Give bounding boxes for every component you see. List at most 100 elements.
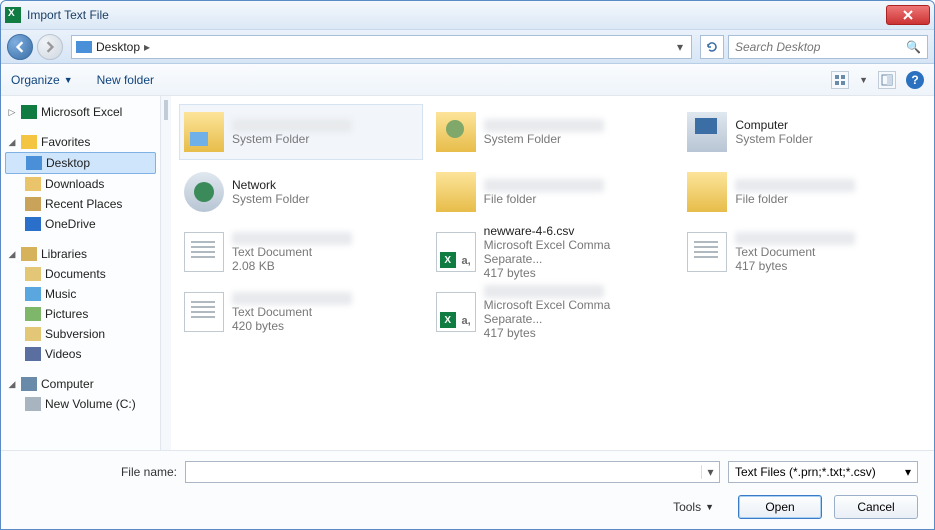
pic-icon	[25, 307, 41, 321]
collapse-icon[interactable]: ◢	[7, 137, 17, 148]
drive-icon	[25, 397, 41, 411]
csv-icon	[436, 292, 476, 332]
filename-combo[interactable]: ▾	[185, 461, 720, 483]
userfolder-icon	[436, 112, 476, 152]
filename-input[interactable]	[186, 465, 701, 479]
view-dropdown[interactable]: ▼	[859, 75, 868, 85]
collapse-icon[interactable]: ◢	[7, 249, 17, 260]
sidebar-fav-downloads[interactable]: Downloads	[5, 174, 156, 194]
sidebar-fav-onedrive[interactable]: OneDrive	[5, 214, 156, 234]
grip-icon	[164, 100, 168, 120]
chevron-down-icon: ▼	[705, 502, 714, 512]
close-button[interactable]	[886, 5, 930, 25]
file-list[interactable]: redactedSystem FolderredactedSystem Fold…	[171, 96, 934, 450]
txt-icon	[687, 232, 727, 272]
txt-icon	[184, 292, 224, 332]
file-item[interactable]: redactedText Document417 bytes	[682, 224, 926, 280]
doc-icon	[25, 267, 41, 281]
back-button[interactable]	[7, 34, 33, 60]
open-button[interactable]: Open	[738, 495, 822, 519]
tools-button[interactable]: Tools▼	[673, 500, 714, 514]
refresh-button[interactable]	[700, 35, 724, 59]
expand-icon[interactable]: ▷	[7, 107, 17, 118]
sidebar-item-msexcel[interactable]: ▷Microsoft Excel	[5, 102, 156, 122]
filename-label: File name:	[17, 465, 177, 479]
new-folder-button[interactable]: New folder	[97, 73, 154, 87]
computer-icon	[21, 377, 37, 391]
sidebar-lib-videos[interactable]: Videos	[5, 344, 156, 364]
sidebar-lib-music[interactable]: Music	[5, 284, 156, 304]
chevron-right-icon[interactable]: ▸	[144, 40, 150, 54]
computer-icon	[687, 112, 727, 152]
address-dropdown[interactable]: ▾	[673, 40, 687, 54]
sidebar-fav-desktop[interactable]: Desktop	[5, 152, 156, 174]
file-item[interactable]: newware-4-6.csvMicrosoft Excel Comma Sep…	[431, 224, 675, 280]
file-item[interactable]: redactedText Document2.08 KB	[179, 224, 423, 280]
file-name-redacted: redacted	[484, 179, 604, 192]
search-box[interactable]: 🔍	[728, 35, 928, 59]
chevron-down-icon: ▼	[64, 75, 73, 85]
csv-icon	[436, 232, 476, 272]
view-button[interactable]	[831, 71, 849, 89]
nav-bar: Desktop ▸ ▾ 🔍	[1, 30, 934, 64]
file-type: File folder	[484, 192, 604, 206]
file-item[interactable]: redactedSystem Folder	[179, 104, 423, 160]
chevron-down-icon[interactable]: ▾	[701, 465, 719, 479]
breadcrumb[interactable]: Desktop	[96, 40, 140, 54]
file-item[interactable]: redactedMicrosoft Excel Comma Separate..…	[431, 284, 675, 340]
search-icon: 🔍	[906, 40, 921, 54]
star-icon	[21, 135, 37, 149]
arrow-left-icon	[14, 41, 26, 53]
file-item[interactable]: redactedFile folder	[682, 164, 926, 220]
file-type: System Folder	[735, 132, 812, 146]
file-name: newware-4-6.csv	[484, 224, 664, 238]
folder-icon	[436, 172, 476, 212]
help-button[interactable]: ?	[906, 71, 924, 89]
cancel-button[interactable]: Cancel	[834, 495, 918, 519]
file-item[interactable]: redactedSystem Folder	[431, 104, 675, 160]
file-type: Microsoft Excel Comma Separate...	[484, 298, 670, 326]
splitter[interactable]	[161, 96, 171, 450]
sidebar-lib-pictures[interactable]: Pictures	[5, 304, 156, 324]
search-input[interactable]	[735, 40, 906, 54]
file-name: Computer	[735, 118, 812, 132]
sidebar-item-computer[interactable]: ◢Computer	[5, 374, 156, 394]
file-item[interactable]: redactedText Document420 bytes	[179, 284, 423, 340]
file-name-redacted: redacted	[484, 285, 604, 298]
recent-icon	[25, 197, 41, 211]
folder-icon	[687, 172, 727, 212]
close-icon	[903, 10, 913, 20]
file-name-redacted: redacted	[484, 119, 604, 132]
sidebar-fav-recent-places[interactable]: Recent Places	[5, 194, 156, 214]
music-icon	[25, 287, 41, 301]
address-bar[interactable]: Desktop ▸ ▾	[71, 35, 692, 59]
sidebar-item-libraries[interactable]: ◢Libraries	[5, 244, 156, 264]
file-size: 417 bytes	[484, 326, 670, 340]
preview-button[interactable]	[878, 71, 896, 89]
sidebar-item-favorites[interactable]: ◢Favorites	[5, 132, 156, 152]
organize-button[interactable]: Organize▼	[11, 73, 73, 87]
file-type: Text Document	[232, 245, 352, 259]
collapse-icon[interactable]: ◢	[7, 379, 17, 390]
file-name-redacted: redacted	[232, 119, 352, 132]
sidebar-comp-new-volume-(c:)[interactable]: New Volume (C:)	[5, 394, 156, 414]
file-item[interactable]: NetworkSystem Folder	[179, 164, 423, 220]
arrow-right-icon	[44, 41, 56, 53]
refresh-icon	[706, 41, 718, 53]
desktop-icon	[76, 41, 92, 53]
filetype-filter[interactable]: Text Files (*.prn;*.txt;*.csv) ▾	[728, 461, 918, 483]
preview-icon	[881, 74, 893, 86]
file-item[interactable]: ComputerSystem Folder	[682, 104, 926, 160]
desktop-icon	[26, 156, 42, 170]
sidebar-lib-subversion[interactable]: Subversion	[5, 324, 156, 344]
window-title: Import Text File	[27, 8, 109, 22]
sysfolder-icon	[184, 112, 224, 152]
file-size: 2.08 KB	[232, 259, 352, 273]
file-name-redacted: redacted	[735, 179, 855, 192]
sidebar-lib-documents[interactable]: Documents	[5, 264, 156, 284]
file-name-redacted: redacted	[232, 232, 352, 245]
vid-icon	[25, 347, 41, 361]
file-item[interactable]: redactedFile folder	[431, 164, 675, 220]
forward-button[interactable]	[37, 34, 63, 60]
toolbar: Organize▼ New folder ▼ ?	[1, 64, 934, 96]
